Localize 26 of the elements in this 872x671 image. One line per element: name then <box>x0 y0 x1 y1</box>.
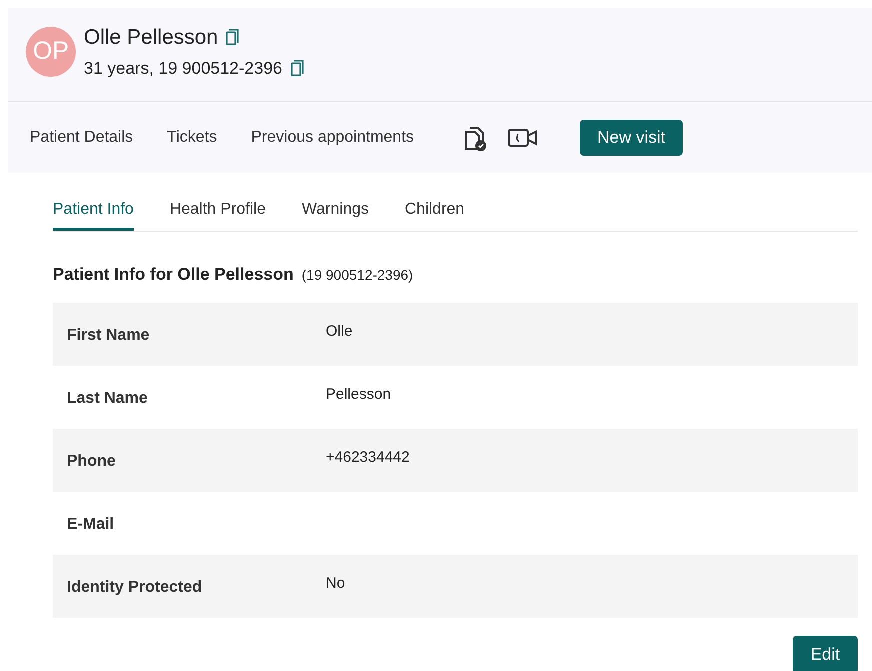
field-label: Last Name <box>67 388 148 408</box>
tab[interactable]: Warnings <box>302 198 369 231</box>
patient-subtitle: 31 years, 19 900512-2396 <box>84 58 282 80</box>
edit-button[interactable]: Edit <box>793 636 858 671</box>
copy-icon[interactable] <box>226 29 240 46</box>
nav-link[interactable]: Patient Details <box>30 126 134 150</box>
avatar: OP <box>26 26 76 76</box>
field-label: Identity Protected <box>67 578 202 598</box>
new-visit-button[interactable]: New visit <box>580 120 684 156</box>
field-label: First Name <box>67 326 150 346</box>
field-value: Olle <box>326 322 353 340</box>
nav-link[interactable]: Tickets <box>167 126 218 150</box>
field-value: No <box>326 574 346 592</box>
video-camera-icon[interactable] <box>508 128 538 148</box>
field-value: Pellesson <box>326 386 392 402</box>
tab[interactable]: Children <box>404 198 465 231</box>
patient-name: Olle Pellesson <box>84 25 218 51</box>
copy-icon[interactable] <box>290 60 304 77</box>
nav-link[interactable]: Previous appointments <box>251 126 414 150</box>
section-heading: Patient Info for Olle Pellesson <box>53 264 294 286</box>
patient-id: (19 900512-2396) <box>302 266 414 285</box>
field-label: Phone <box>67 452 116 472</box>
tab[interactable]: Health Profile <box>170 198 266 231</box>
field-value: +462334442 <box>326 448 410 466</box>
field-label: E-Mail <box>67 514 114 534</box>
tab[interactable]: Patient Info <box>53 198 134 231</box>
